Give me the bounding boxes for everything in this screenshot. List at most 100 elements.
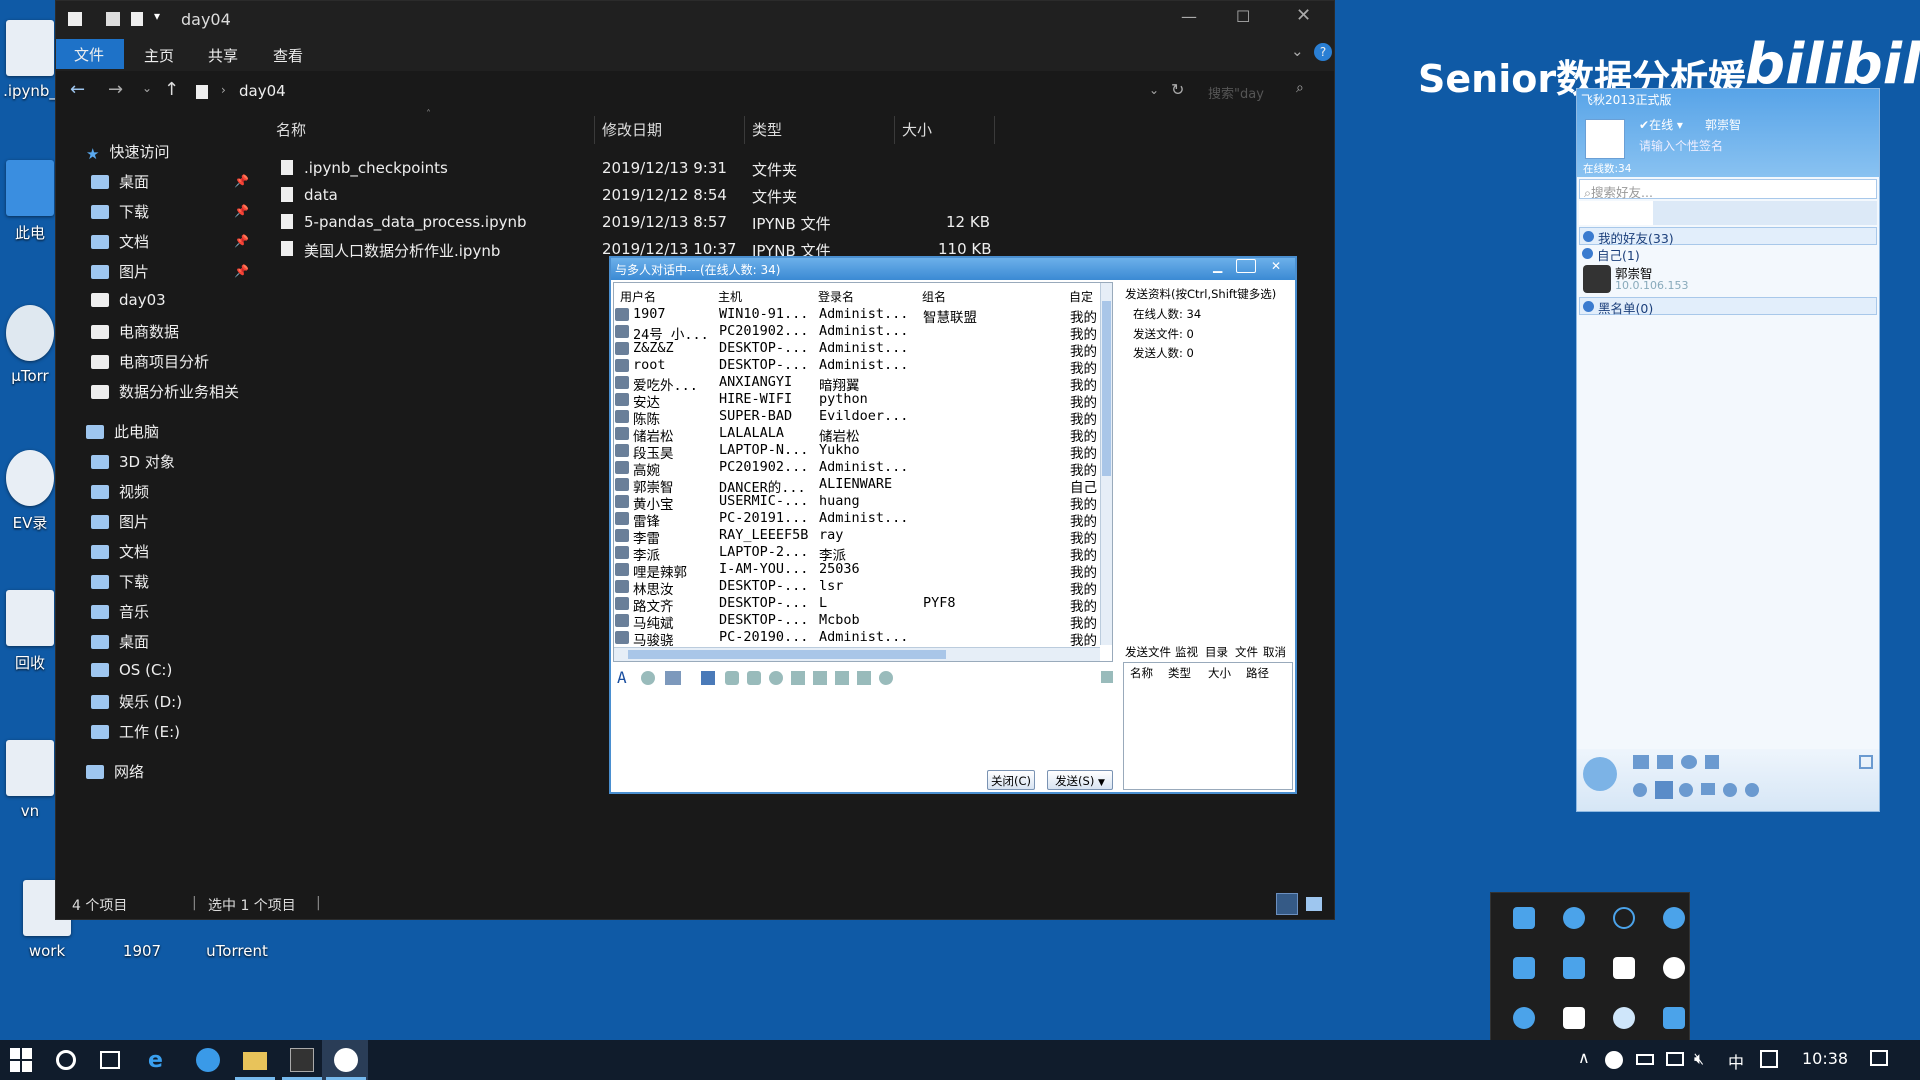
- nav-item-3d-objects[interactable]: 3D 对象: [91, 451, 175, 472]
- nav-item-ecommerce-data[interactable]: 电商数据: [91, 321, 179, 342]
- chevron-down-icon[interactable]: ▼: [1098, 778, 1105, 788]
- user-row[interactable]: 郭崇智 DANCER的... ALIENWARE 自己: [615, 476, 1105, 496]
- tab-cancel[interactable]: 取消: [1263, 644, 1286, 660]
- nav-item-data-analysis[interactable]: 数据分析业务相关: [91, 381, 239, 402]
- shake-icon[interactable]: [725, 671, 739, 685]
- customize-toolbar-icon[interactable]: ▾: [154, 9, 160, 23]
- expand-ribbon-icon[interactable]: ⌄: [1291, 42, 1304, 60]
- help-icon[interactable]: ?: [1314, 43, 1332, 61]
- user-row[interactable]: 马骏骁 PC-20190... Administ... 我的: [615, 629, 1105, 649]
- column-header-group[interactable]: 组名: [922, 288, 946, 305]
- properties-icon[interactable]: [106, 12, 120, 26]
- emoji-icon[interactable]: [641, 671, 655, 685]
- minimize-button[interactable]: ▁: [1213, 259, 1222, 273]
- nav-item-videos[interactable]: 视频: [91, 481, 149, 502]
- column-header-size[interactable]: 大小: [1208, 665, 1231, 681]
- search-icon[interactable]: [1723, 783, 1737, 797]
- v-app-icon[interactable]: [1563, 1007, 1585, 1029]
- search-icon[interactable]: ⌕: [1296, 80, 1304, 96]
- user-row[interactable]: 1907 WIN10-91... Administ... 智慧联盟 我的: [615, 306, 1105, 326]
- bluetooth-icon[interactable]: [1513, 1007, 1535, 1029]
- add-icon[interactable]: [1663, 957, 1685, 979]
- maximize-button[interactable]: ☐: [1236, 7, 1250, 26]
- file-row[interactable]: 5-pandas_data_process.ipynb 2019/12/13 8…: [56, 210, 1056, 236]
- network-icon[interactable]: [1666, 1052, 1684, 1066]
- up-arrow-icon[interactable]: ↑: [164, 79, 179, 100]
- column-header-host[interactable]: 主机: [718, 288, 742, 305]
- nav-item-drive-e[interactable]: 工作 (E:): [91, 721, 180, 742]
- cursor-icon[interactable]: [1705, 755, 1719, 769]
- user-row[interactable]: 储岩松 LALALALA 储岩松 我的: [615, 425, 1105, 445]
- user-row[interactable]: Z&Z&Z DESKTOP-... Administ... 我的: [615, 340, 1105, 360]
- voice-icon[interactable]: [747, 671, 761, 685]
- column-divider[interactable]: [744, 116, 745, 144]
- windows-start-icon[interactable]: [10, 1048, 34, 1072]
- recent-locations-icon[interactable]: ⌄: [142, 81, 152, 95]
- shield-icon[interactable]: [1663, 907, 1685, 929]
- nav-item-pictures[interactable]: 图片: [91, 511, 149, 532]
- forward-arrow-icon[interactable]: →: [108, 79, 123, 100]
- nav-this-pc[interactable]: 此电脑: [86, 421, 159, 442]
- user-row[interactable]: 爱吃外... ANXIANGYI 暗翔翼 我的: [615, 374, 1105, 394]
- user-row[interactable]: 黄小宝 USERMIC-... huang 我的: [615, 493, 1105, 513]
- send-button[interactable]: 发送(S) ▼: [1047, 770, 1113, 790]
- user-row[interactable]: 马纯斌 DESKTOP-... Mcbob 我的: [615, 612, 1105, 632]
- security-icon[interactable]: [1613, 957, 1635, 979]
- new-folder-icon[interactable]: [131, 12, 143, 26]
- column-header-type[interactable]: 类型: [1168, 665, 1191, 681]
- user-row[interactable]: 24号 小... PC201902... Administ... 我的: [615, 323, 1105, 343]
- user-row[interactable]: 陈陈 SUPER-BAD Evildoer... 我的: [615, 408, 1105, 428]
- folder-icon[interactable]: [813, 671, 827, 685]
- group-self[interactable]: 自己(1): [1579, 245, 1877, 263]
- notification-icon[interactable]: [1870, 1050, 1888, 1066]
- scrollbar-thumb[interactable]: [628, 650, 946, 659]
- image-icon[interactable]: [1657, 755, 1673, 769]
- record-icon[interactable]: [835, 671, 849, 685]
- tab-file[interactable]: 文件: [56, 39, 124, 69]
- tab-directory[interactable]: 目录: [1205, 644, 1228, 660]
- tab-monitor[interactable]: 监视: [1175, 644, 1198, 660]
- nav-item-downloads[interactable]: 下载: [91, 571, 149, 592]
- ime-indicator[interactable]: 中: [1728, 1049, 1744, 1073]
- scrollbar-horizontal[interactable]: [614, 647, 1100, 661]
- main-menu-icon[interactable]: [1583, 757, 1617, 791]
- tab-share[interactable]: 共享: [208, 45, 238, 66]
- browser-icon[interactable]: [196, 1048, 220, 1072]
- image-icon[interactable]: [701, 671, 715, 685]
- user-row[interactable]: 李雷 RAY_LEEEF5B ray 我的: [615, 527, 1105, 547]
- column-divider[interactable]: [894, 116, 895, 144]
- edge-icon[interactable]: e: [148, 1048, 172, 1073]
- user-row[interactable]: 雷锋 PC-20191... Administ... 我的: [615, 510, 1105, 530]
- nav-item-day03[interactable]: day03: [91, 291, 166, 309]
- settings-icon[interactable]: [879, 671, 893, 685]
- nav-item-pictures[interactable]: 图片: [91, 261, 149, 282]
- calendar-icon[interactable]: [1633, 755, 1649, 769]
- share-icon[interactable]: [857, 671, 871, 685]
- signature-input[interactable]: 请输入个性签名: [1639, 137, 1723, 154]
- virtualbox-icon[interactable]: [1513, 907, 1535, 929]
- nav-network[interactable]: 网络: [86, 761, 144, 782]
- group-blacklist[interactable]: 黑名单(0): [1579, 297, 1877, 316]
- display-icon[interactable]: [1513, 957, 1535, 979]
- close-button[interactable]: ✕: [1271, 259, 1281, 273]
- refresh-icon[interactable]: [1633, 783, 1647, 797]
- column-header-name[interactable]: 名称: [1130, 665, 1153, 681]
- details-view-icon[interactable]: [1276, 893, 1298, 915]
- message-input[interactable]: [613, 690, 1117, 788]
- grid-icon[interactable]: [1859, 755, 1873, 769]
- column-header-custom[interactable]: 自定: [1069, 288, 1093, 305]
- volume-mute-icon[interactable]: 🔇︎: [1694, 1049, 1704, 1069]
- folder-icon[interactable]: [1655, 781, 1673, 799]
- user-row[interactable]: 段玉昊 LAPTOP-N... Yukho 我的: [615, 442, 1105, 462]
- task-view-icon[interactable]: [100, 1051, 120, 1069]
- tab-view[interactable]: 查看: [273, 45, 303, 66]
- lock-icon[interactable]: [1101, 671, 1113, 683]
- globe-icon[interactable]: [1745, 783, 1759, 797]
- screenshot-icon[interactable]: [665, 671, 681, 685]
- file-row[interactable]: .ipynb_checkpoints 2019/12/13 9:31 文件夹: [56, 156, 1056, 182]
- column-header-login[interactable]: 登录名: [818, 288, 854, 305]
- user-row[interactable]: 安达 HIRE-WIFI python 我的: [615, 391, 1105, 411]
- search-input[interactable]: ⌕搜索好友...: [1579, 179, 1877, 200]
- font-icon[interactable]: A: [617, 668, 627, 687]
- user-row[interactable]: 路文齐 DESKTOP-... L PYF8 我的: [615, 595, 1105, 615]
